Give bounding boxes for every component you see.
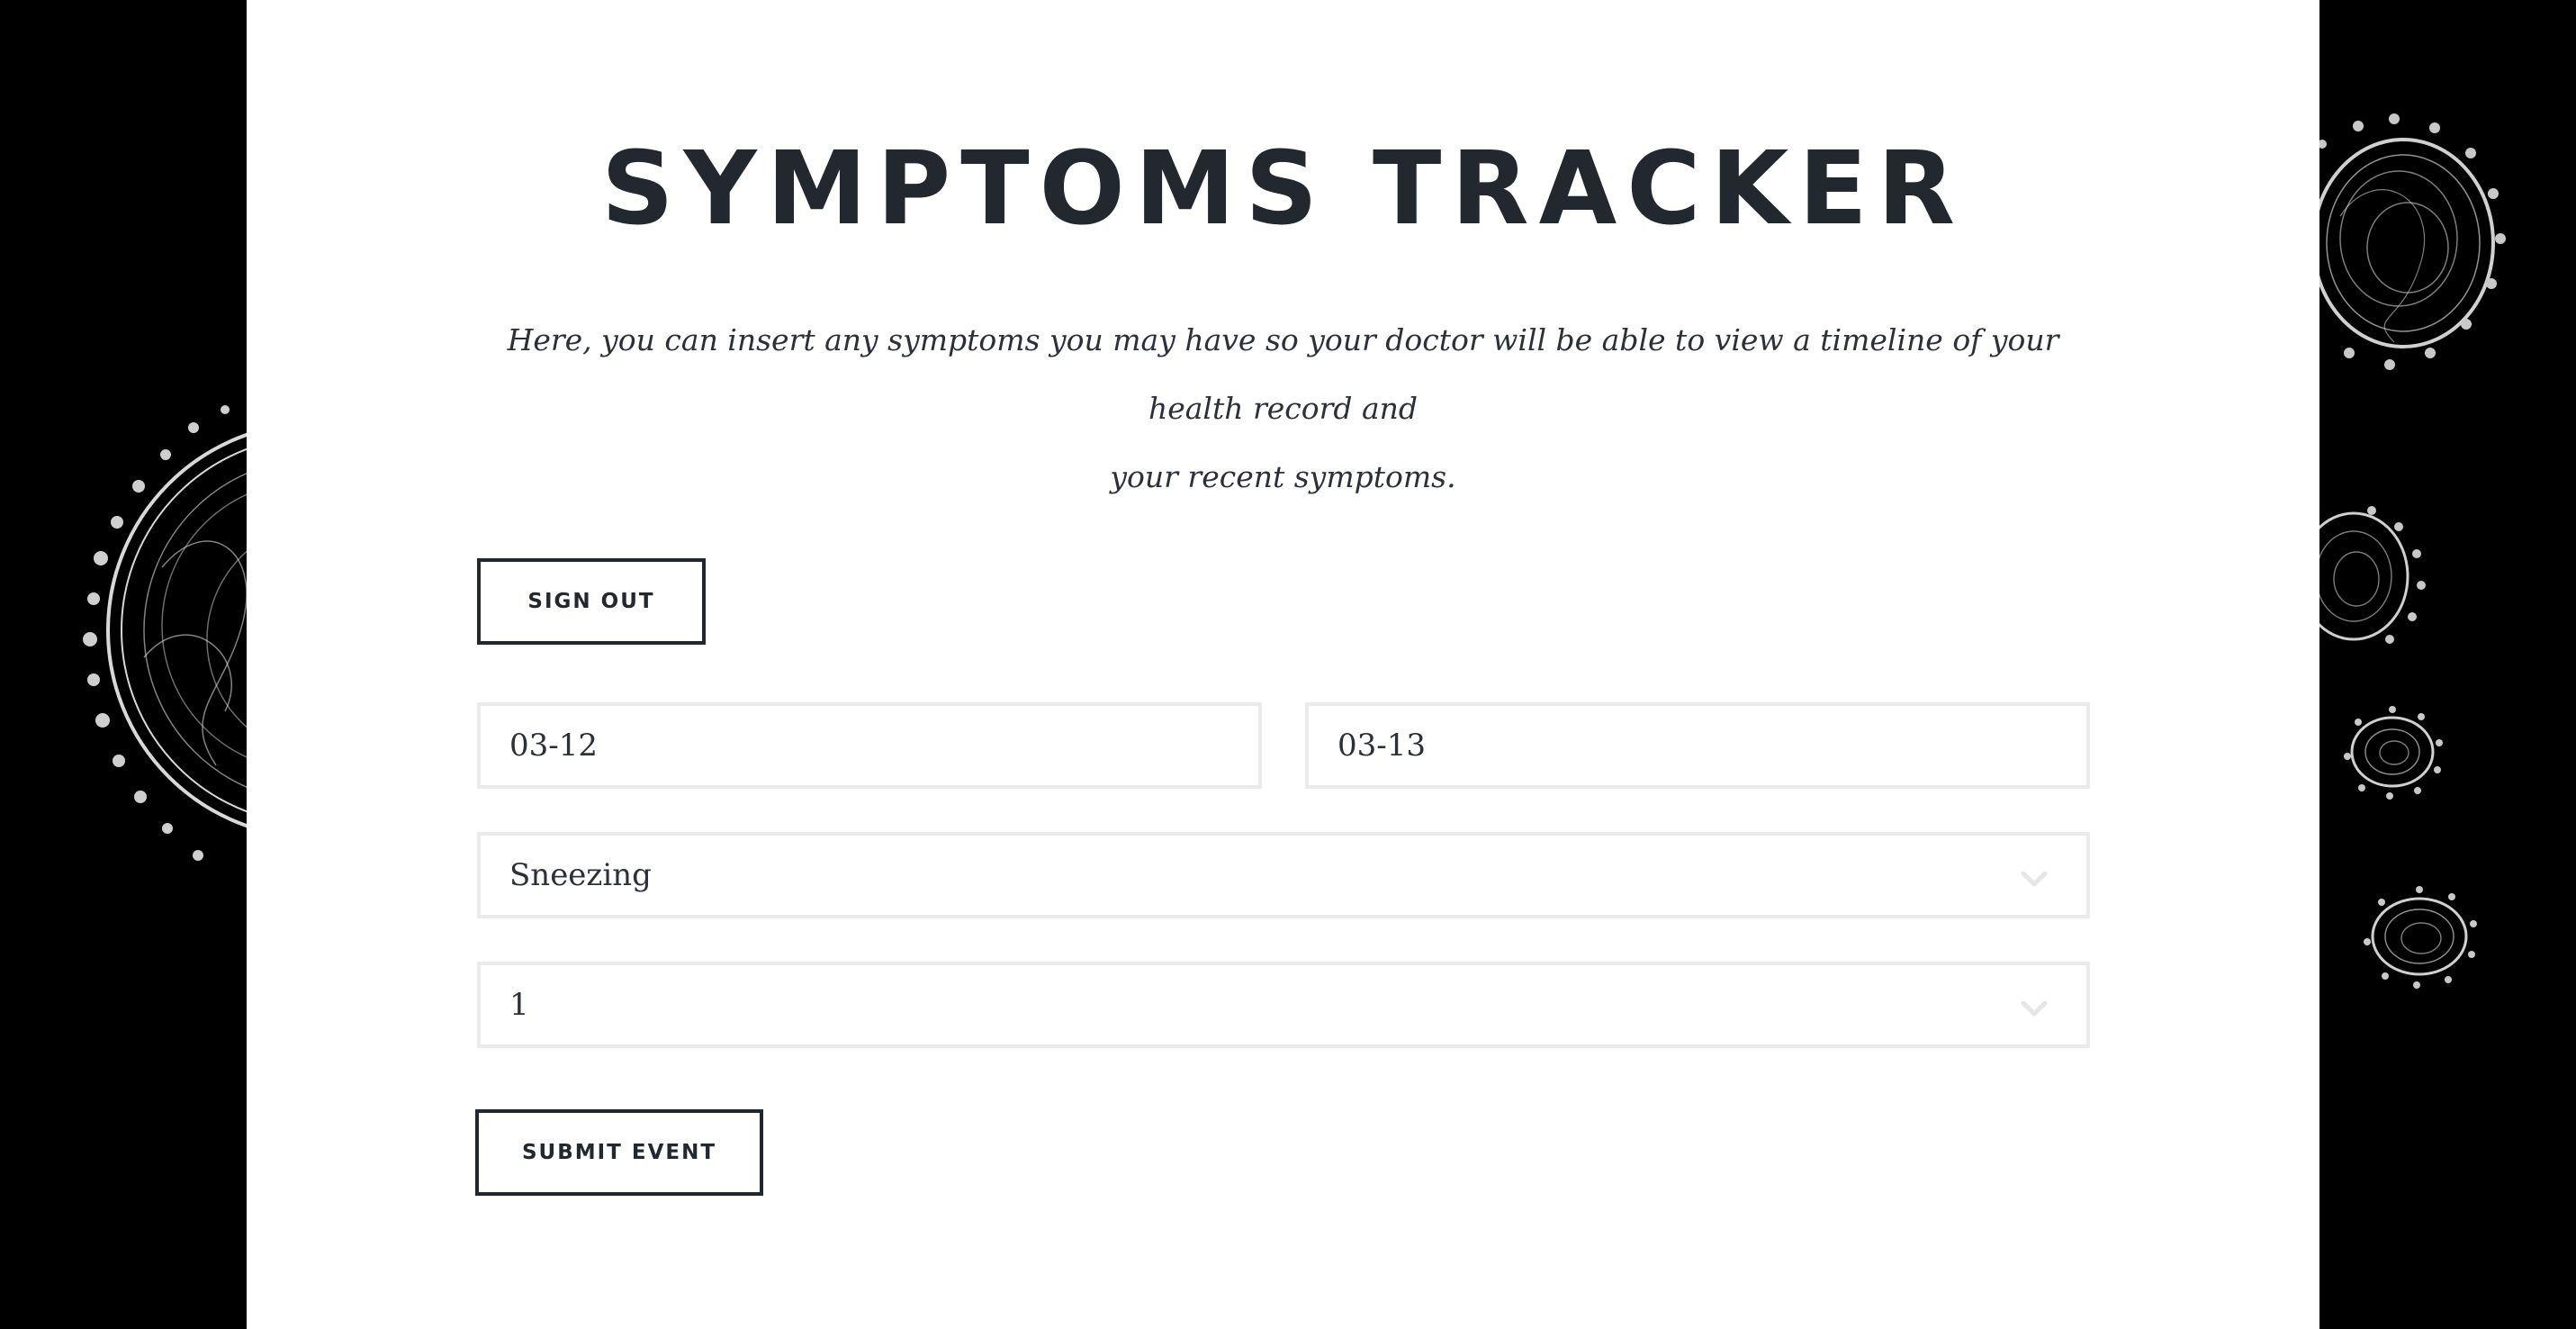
virus-icon — [2304, 506, 2426, 644]
page-title: SYMPTOMS TRACKER — [600, 131, 1966, 248]
chevron-down-icon — [2021, 871, 2048, 887]
main-panel: SYMPTOMS TRACKER Here, you can insert an… — [247, 0, 2319, 1329]
submit-event-button-label: SUBMIT EVENT — [521, 1141, 717, 1164]
submit-event-button[interactable]: SUBMIT EVENT — [475, 1109, 763, 1196]
end-date-value: 03-13 — [1338, 728, 1427, 764]
chevron-down-icon — [2021, 1000, 2048, 1017]
severity-select[interactable]: 1 — [477, 962, 2090, 1048]
sign-out-button[interactable]: SIGN OUT — [477, 558, 706, 645]
sign-out-button-label: SIGN OUT — [527, 590, 655, 613]
virus-icon — [2344, 706, 2443, 800]
virus-icon — [2311, 113, 2506, 370]
intro-text-line-1: Here, you can insert any symptoms you ma… — [507, 322, 2059, 426]
symptom-selected-value: Sneezing — [509, 857, 652, 893]
end-date-field[interactable]: 03-13 — [1305, 702, 2090, 789]
start-date-value: 03-12 — [509, 728, 599, 764]
intro-text: Here, you can insert any symptoms you ma… — [463, 306, 2103, 511]
symptom-select[interactable]: Sneezing — [477, 832, 2090, 918]
virus-icon — [2364, 886, 2477, 989]
intro-text-line-2: your recent symptoms. — [1110, 459, 1456, 494]
severity-selected-value: 1 — [509, 987, 529, 1023]
start-date-field[interactable]: 03-12 — [477, 702, 1262, 789]
page: SYMPTOMS TRACKER Here, you can insert an… — [0, 0, 2576, 1329]
virus-icon — [83, 405, 252, 861]
